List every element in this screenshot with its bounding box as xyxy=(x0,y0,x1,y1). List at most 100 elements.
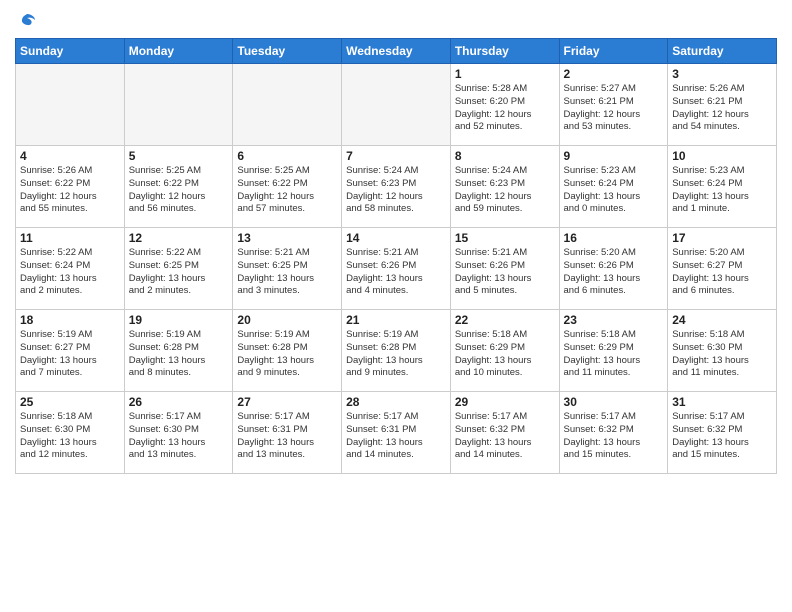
day-number: 2 xyxy=(564,67,664,81)
calendar-cell: 3 Sunrise: 5:26 AM Sunset: 6:21 PM Daylig… xyxy=(668,64,777,146)
day-number: 6 xyxy=(237,149,337,163)
day-info: Sunrise: 5:28 AM Sunset: 6:20 PM Dayligh… xyxy=(455,83,555,134)
calendar-cell: 28 Sunrise: 5:17 AM Sunset: 6:31 PM Dayli… xyxy=(342,392,451,474)
calendar-cell: 27Sunrise: 5:17 AM Sunset: 6:31 PM Dayli… xyxy=(233,392,342,474)
day-info: Sunrise: 5:17 AM Sunset: 6:32 PM Dayligh… xyxy=(564,411,664,462)
day-number: 25 xyxy=(20,395,120,409)
day-number: 8 xyxy=(455,149,555,163)
day-info: Sunrise: 5:25 AM Sunset: 6:22 PM Dayligh… xyxy=(237,165,337,216)
day-info: Sunrise: 5:17 AM Sunset: 6:32 PM Dayligh… xyxy=(455,411,555,462)
calendar-cell: 11 Sunrise: 5:22 AM Sunset: 6:24 PM Dayli… xyxy=(16,228,125,310)
day-number: 19 xyxy=(129,313,229,327)
day-info: Sunrise: 5:20 AM Sunset: 6:26 PM Dayligh… xyxy=(564,247,664,298)
calendar-cell: 12 Sunrise: 5:22 AM Sunset: 6:25 PM Dayli… xyxy=(124,228,233,310)
calendar-cell: 18Sunrise: 5:19 AM Sunset: 6:27 PM Dayli… xyxy=(16,310,125,392)
calendar-cell: 7 Sunrise: 5:24 AM Sunset: 6:23 PM Daylig… xyxy=(342,146,451,228)
calendar-cell: 31 Sunrise: 5:17 AM Sunset: 6:32 PM Dayli… xyxy=(668,392,777,474)
calendar-cell: 8 Sunrise: 5:24 AM Sunset: 6:23 PM Daylig… xyxy=(450,146,559,228)
day-number: 9 xyxy=(564,149,664,163)
day-number: 22 xyxy=(455,313,555,327)
logo xyxy=(15,10,37,30)
day-info: Sunrise: 5:21 AM Sunset: 6:25 PM Dayligh… xyxy=(237,247,337,298)
calendar-cell: 2 Sunrise: 5:27 AM Sunset: 6:21 PM Daylig… xyxy=(559,64,668,146)
calendar-cell: 26 Sunrise: 5:17 AM Sunset: 6:30 PM Dayli… xyxy=(124,392,233,474)
day-number: 15 xyxy=(455,231,555,245)
calendar-cell: 9 Sunrise: 5:23 AM Sunset: 6:24 PM Daylig… xyxy=(559,146,668,228)
calendar-cell: 17 Sunrise: 5:20 AM Sunset: 6:27 PM Dayli… xyxy=(668,228,777,310)
day-info: Sunrise: 5:23 AM Sunset: 6:24 PM Dayligh… xyxy=(564,165,664,216)
day-info: Sunrise: 5:17 AM Sunset: 6:31 PM Dayligh… xyxy=(237,411,337,462)
day-info: Sunrise: 5:17 AM Sunset: 6:32 PM Dayligh… xyxy=(672,411,772,462)
day-number: 4 xyxy=(20,149,120,163)
calendar-week-2: 4 Sunrise: 5:26 AM Sunset: 6:22 PM Daylig… xyxy=(16,146,777,228)
day-info: Sunrise: 5:19 AM Sunset: 6:27 PM Dayligh… xyxy=(20,329,120,380)
day-number: 12 xyxy=(129,231,229,245)
day-info: Sunrise: 5:21 AM Sunset: 6:26 PM Dayligh… xyxy=(346,247,446,298)
calendar-week-1: 1 Sunrise: 5:28 AM Sunset: 6:20 PM Daylig… xyxy=(16,64,777,146)
day-number: 20 xyxy=(237,313,337,327)
day-info: Sunrise: 5:19 AM Sunset: 6:28 PM Dayligh… xyxy=(129,329,229,380)
day-number: 17 xyxy=(672,231,772,245)
calendar-week-4: 18Sunrise: 5:19 AM Sunset: 6:27 PM Dayli… xyxy=(16,310,777,392)
day-number: 1 xyxy=(455,67,555,81)
calendar-cell: 19 Sunrise: 5:19 AM Sunset: 6:28 PM Dayli… xyxy=(124,310,233,392)
weekday-header-friday: Friday xyxy=(559,39,668,64)
day-info: Sunrise: 5:17 AM Sunset: 6:31 PM Dayligh… xyxy=(346,411,446,462)
day-info: Sunrise: 5:26 AM Sunset: 6:22 PM Dayligh… xyxy=(20,165,120,216)
day-info: Sunrise: 5:26 AM Sunset: 6:21 PM Dayligh… xyxy=(672,83,772,134)
day-number: 5 xyxy=(129,149,229,163)
day-number: 23 xyxy=(564,313,664,327)
weekday-header-wednesday: Wednesday xyxy=(342,39,451,64)
day-info: Sunrise: 5:23 AM Sunset: 6:24 PM Dayligh… xyxy=(672,165,772,216)
day-number: 31 xyxy=(672,395,772,409)
day-number: 10 xyxy=(672,149,772,163)
calendar-cell: 6 Sunrise: 5:25 AM Sunset: 6:22 PM Daylig… xyxy=(233,146,342,228)
calendar-cell xyxy=(124,64,233,146)
day-info: Sunrise: 5:24 AM Sunset: 6:23 PM Dayligh… xyxy=(455,165,555,216)
day-number: 13 xyxy=(237,231,337,245)
calendar-cell xyxy=(233,64,342,146)
day-info: Sunrise: 5:27 AM Sunset: 6:21 PM Dayligh… xyxy=(564,83,664,134)
calendar-cell: 22 Sunrise: 5:18 AM Sunset: 6:29 PM Dayli… xyxy=(450,310,559,392)
calendar-cell: 15 Sunrise: 5:21 AM Sunset: 6:26 PM Dayli… xyxy=(450,228,559,310)
day-number: 30 xyxy=(564,395,664,409)
day-number: 28 xyxy=(346,395,446,409)
day-info: Sunrise: 5:18 AM Sunset: 6:29 PM Dayligh… xyxy=(455,329,555,380)
day-info: Sunrise: 5:17 AM Sunset: 6:30 PM Dayligh… xyxy=(129,411,229,462)
calendar-header-row: SundayMondayTuesdayWednesdayThursdayFrid… xyxy=(16,39,777,64)
day-number: 11 xyxy=(20,231,120,245)
day-info: Sunrise: 5:19 AM Sunset: 6:28 PM Dayligh… xyxy=(346,329,446,380)
day-info: Sunrise: 5:24 AM Sunset: 6:23 PM Dayligh… xyxy=(346,165,446,216)
day-info: Sunrise: 5:25 AM Sunset: 6:22 PM Dayligh… xyxy=(129,165,229,216)
calendar: SundayMondayTuesdayWednesdayThursdayFrid… xyxy=(15,38,777,474)
calendar-cell: 25 Sunrise: 5:18 AM Sunset: 6:30 PM Dayli… xyxy=(16,392,125,474)
day-number: 26 xyxy=(129,395,229,409)
calendar-cell: 20 Sunrise: 5:19 AM Sunset: 6:28 PM Dayli… xyxy=(233,310,342,392)
calendar-cell: 24Sunrise: 5:18 AM Sunset: 6:30 PM Dayli… xyxy=(668,310,777,392)
day-info: Sunrise: 5:21 AM Sunset: 6:26 PM Dayligh… xyxy=(455,247,555,298)
day-number: 3 xyxy=(672,67,772,81)
calendar-cell: 16Sunrise: 5:20 AM Sunset: 6:26 PM Dayli… xyxy=(559,228,668,310)
calendar-cell: 1 Sunrise: 5:28 AM Sunset: 6:20 PM Daylig… xyxy=(450,64,559,146)
weekday-header-monday: Monday xyxy=(124,39,233,64)
day-info: Sunrise: 5:20 AM Sunset: 6:27 PM Dayligh… xyxy=(672,247,772,298)
weekday-header-saturday: Saturday xyxy=(668,39,777,64)
header xyxy=(15,10,777,30)
day-number: 29 xyxy=(455,395,555,409)
day-info: Sunrise: 5:18 AM Sunset: 6:29 PM Dayligh… xyxy=(564,329,664,380)
day-number: 7 xyxy=(346,149,446,163)
calendar-cell: 23 Sunrise: 5:18 AM Sunset: 6:29 PM Dayli… xyxy=(559,310,668,392)
calendar-week-5: 25 Sunrise: 5:18 AM Sunset: 6:30 PM Dayli… xyxy=(16,392,777,474)
calendar-cell xyxy=(16,64,125,146)
calendar-cell: 4 Sunrise: 5:26 AM Sunset: 6:22 PM Daylig… xyxy=(16,146,125,228)
calendar-cell: 13 Sunrise: 5:21 AM Sunset: 6:25 PM Dayli… xyxy=(233,228,342,310)
day-info: Sunrise: 5:22 AM Sunset: 6:25 PM Dayligh… xyxy=(129,247,229,298)
weekday-header-sunday: Sunday xyxy=(16,39,125,64)
day-info: Sunrise: 5:18 AM Sunset: 6:30 PM Dayligh… xyxy=(20,411,120,462)
day-number: 14 xyxy=(346,231,446,245)
day-info: Sunrise: 5:22 AM Sunset: 6:24 PM Dayligh… xyxy=(20,247,120,298)
day-info: Sunrise: 5:19 AM Sunset: 6:28 PM Dayligh… xyxy=(237,329,337,380)
calendar-week-3: 11 Sunrise: 5:22 AM Sunset: 6:24 PM Dayli… xyxy=(16,228,777,310)
logo-bird-icon xyxy=(17,10,37,30)
day-number: 21 xyxy=(346,313,446,327)
